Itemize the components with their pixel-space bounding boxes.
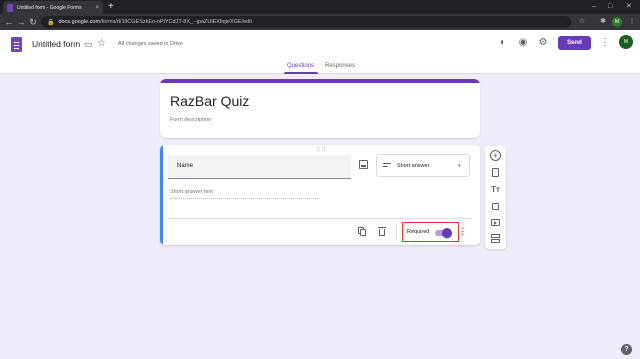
new-tab-button[interactable]: + — [108, 1, 114, 13]
minimize-button[interactable]: – — [592, 1, 596, 13]
add-title-icon[interactable]: Tт — [490, 184, 501, 195]
duplicate-icon[interactable] — [358, 227, 366, 236]
tab-questions[interactable]: Questions — [287, 63, 314, 69]
back-button[interactable]: ← — [3, 16, 15, 28]
extensions-icon[interactable]: ✱ — [598, 17, 608, 27]
help-icon[interactable]: ? — [621, 344, 632, 355]
add-image-icon[interactable] — [359, 160, 368, 169]
lock-icon: 🔒 — [47, 19, 55, 26]
customize-theme-icon[interactable]: ◐ — [497, 37, 509, 49]
url-path: /forms/d/1lICGESzkEo-nPlYCdJT-8X_--jpaZU… — [100, 19, 252, 25]
theme-accent-bar — [160, 79, 480, 83]
form-tabs: Questions Responses — [0, 61, 640, 74]
add-question-icon[interactable]: + — [490, 150, 501, 161]
google-forms-logo-icon[interactable] — [11, 37, 22, 52]
browser-tab[interactable]: Untitled form - Google Forms × — [3, 1, 103, 14]
browser-toolbar: ← → ↻ 🔒 docs.google.com/forms/d/1lICGESz… — [0, 14, 640, 30]
question-title-input[interactable]: Name — [168, 155, 351, 179]
import-questions-icon[interactable] — [490, 167, 501, 178]
form-description-field[interactable]: Form description — [170, 117, 211, 123]
add-section-icon[interactable] — [490, 233, 501, 244]
question-card[interactable]: ⠿⠿ Name Short answer ▾ Short answer text… — [160, 145, 480, 245]
tab-responses[interactable]: Responses — [325, 63, 355, 69]
save-status: All changes saved in Drive — [118, 41, 183, 47]
chevron-down-icon: ▾ — [458, 163, 461, 169]
short-answer-placeholder: Short answer text — [170, 189, 320, 199]
account-avatar[interactable]: M — [619, 35, 633, 49]
footer-separator — [396, 224, 397, 240]
address-bar[interactable]: 🔒 docs.google.com/forms/d/1lICGESzkEo-nP… — [41, 16, 571, 28]
bookmark-star-icon[interactable]: ☆ — [577, 17, 587, 27]
form-title-card: RazBar Quiz Form description — [160, 79, 480, 138]
floating-toolbar: + Tт — [485, 146, 506, 249]
active-question-indicator — [160, 145, 163, 245]
required-label: Required — [407, 229, 430, 235]
question-type-label: Short answer — [397, 163, 430, 169]
question-title-text: Name — [177, 163, 194, 169]
window-close-button[interactable]: ✕ — [626, 1, 632, 13]
add-video-icon[interactable] — [490, 217, 501, 228]
url-text: docs.google.com/forms/d/1lICGESzkEo-nPlY… — [58, 19, 252, 25]
question-footer-divider — [168, 218, 472, 219]
move-to-folder-icon[interactable]: ▭ — [84, 39, 94, 49]
send-button[interactable]: Send — [558, 36, 591, 50]
question-type-dropdown[interactable]: Short answer ▾ — [376, 154, 470, 177]
reload-button[interactable]: ↻ — [27, 16, 39, 28]
question-more-options-icon[interactable]: ⋮ — [458, 227, 467, 236]
star-icon[interactable]: ☆ — [97, 38, 106, 49]
maximize-button[interactable]: □ — [608, 1, 612, 13]
settings-gear-icon[interactable]: ⚙ — [537, 37, 549, 49]
required-toggle-group: Required — [402, 222, 459, 242]
url-domain: docs.google.com — [58, 19, 101, 25]
drag-handle-icon[interactable]: ⠿⠿ — [316, 147, 327, 154]
active-tab-indicator — [284, 72, 318, 74]
forward-button[interactable]: → — [15, 16, 27, 28]
browser-profile-avatar[interactable]: M — [612, 17, 622, 27]
tab-close-icon[interactable]: × — [95, 5, 99, 11]
preview-eye-icon[interactable]: ◉ — [517, 37, 529, 49]
forms-favicon-icon — [7, 3, 13, 12]
browser-menu-icon[interactable]: ⋮ — [627, 17, 637, 27]
add-image-icon[interactable] — [490, 201, 501, 212]
browser-tab-strip: Untitled form - Google Forms × + – □ ✕ — [0, 0, 640, 14]
form-title[interactable]: RazBar Quiz — [170, 93, 249, 109]
document-title[interactable]: Untitled form — [32, 39, 80, 49]
browser-tab-title: Untitled form - Google Forms — [17, 4, 82, 11]
more-options-icon[interactable]: ⋮ — [600, 37, 610, 49]
short-answer-icon — [383, 163, 391, 168]
required-toggle-thumb[interactable] — [442, 228, 452, 238]
delete-trash-icon[interactable] — [378, 227, 386, 236]
